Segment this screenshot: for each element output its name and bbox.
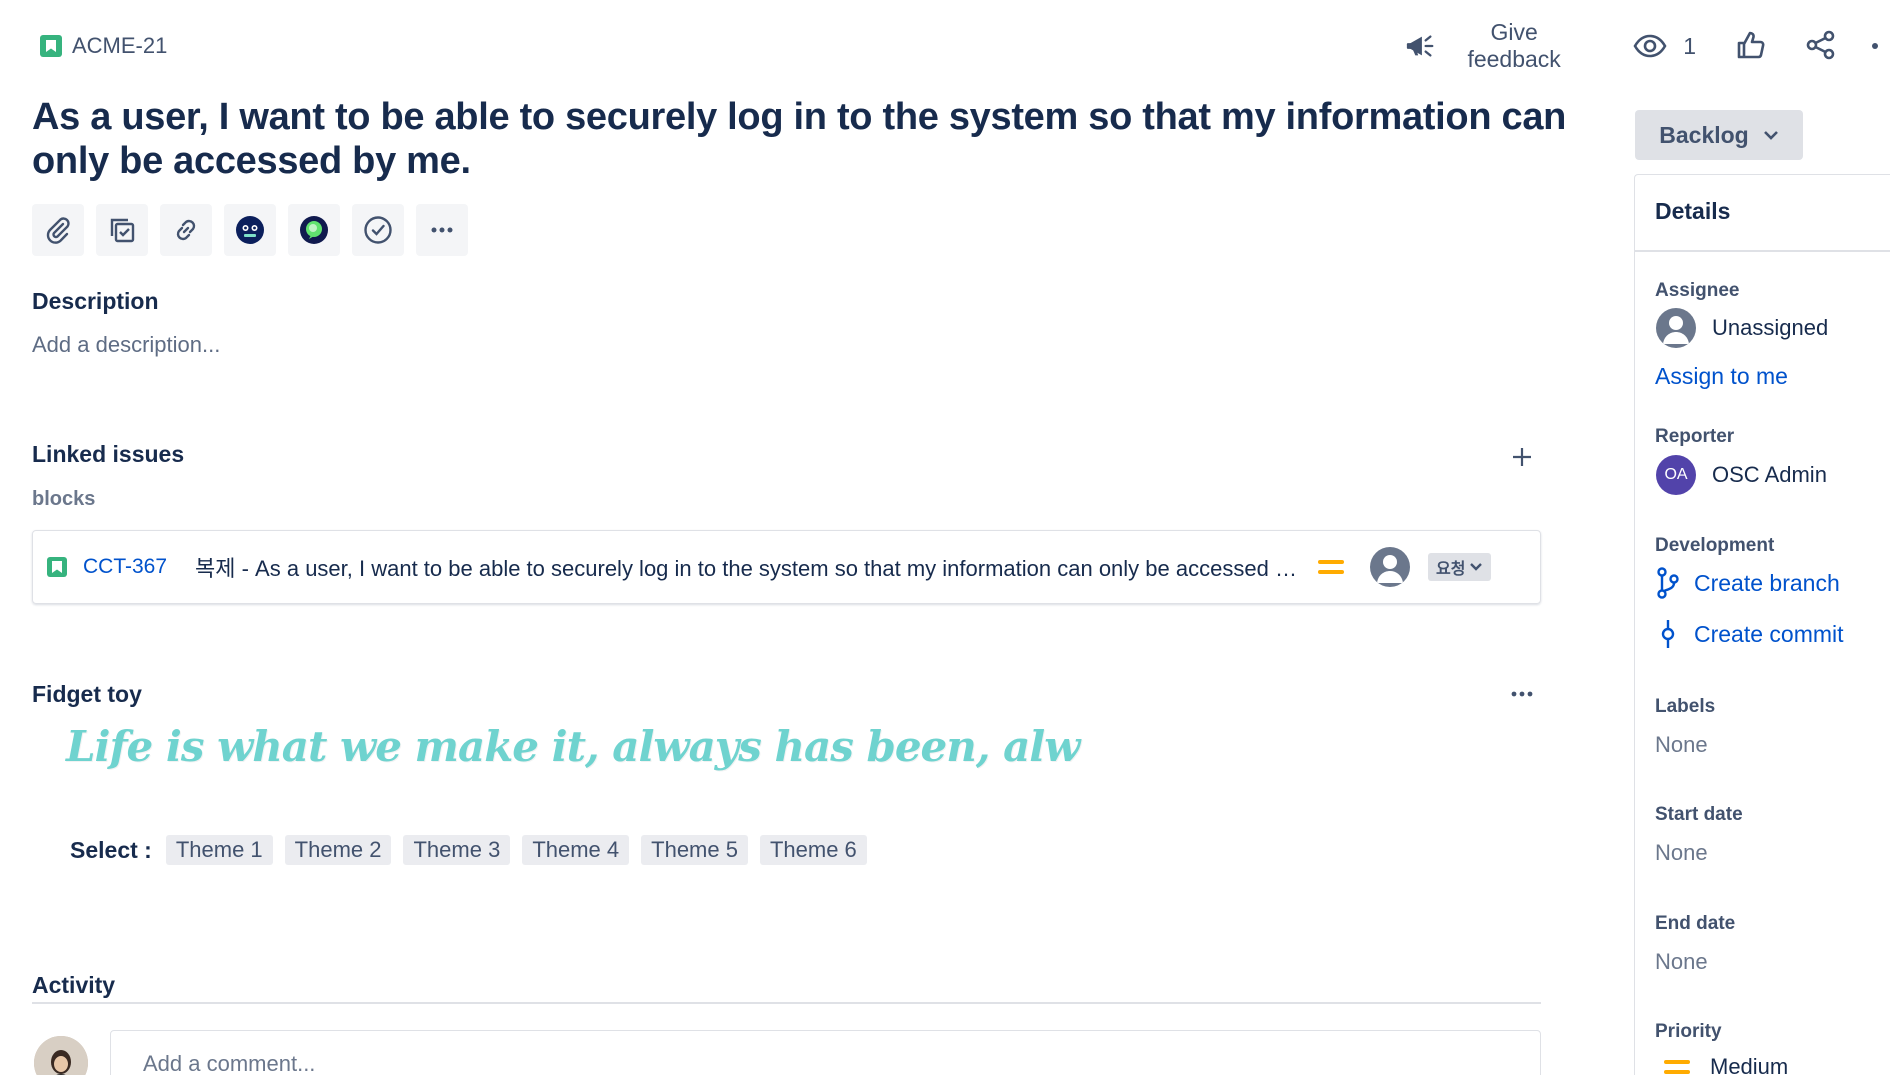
issue-title[interactable]: As a user, I want to be able to securely… (32, 95, 1572, 183)
linked-issue-summary[interactable]: 복제 - As a user, I want to be able to sec… (195, 551, 1300, 583)
unassigned-avatar[interactable] (1370, 547, 1411, 587)
megaphone-icon (1406, 35, 1434, 57)
story-icon (47, 557, 67, 577)
reporter-field[interactable]: OA OSC Admin (1656, 455, 1827, 495)
theme-5-button[interactable]: Theme 5 (641, 835, 748, 865)
create-commit-label: Create commit (1694, 620, 1844, 647)
theme-2-button[interactable]: Theme 2 (284, 835, 392, 865)
give-feedback-button[interactable]: Give feedback (1405, 19, 1583, 73)
priority-value: Medium (1710, 1054, 1789, 1075)
more-icon (1511, 691, 1533, 697)
person-icon (1377, 555, 1404, 583)
start-date-label: Start date (1655, 804, 1743, 825)
linked-issue-status-label: 요청 (1436, 561, 1466, 578)
plus-icon (1513, 448, 1531, 466)
theme-1-button[interactable]: Theme 1 (165, 835, 273, 865)
app-face-icon (236, 216, 264, 244)
theme-6-button[interactable]: Theme 6 (759, 835, 867, 865)
watch-count: 1 (1683, 32, 1696, 59)
comment-input[interactable]: Add a comment... (110, 1030, 1541, 1075)
activity-divider (32, 1002, 1541, 1004)
assign-to-me-link[interactable]: Assign to me (1655, 363, 1788, 390)
status-label: Backlog (1659, 121, 1749, 148)
theme-selector: Select : Theme 1 Theme 2 Theme 3 Theme 4… (70, 835, 867, 865)
create-commit-link[interactable]: Create commit (1656, 618, 1844, 650)
description-heading: Description (32, 288, 159, 314)
activity-heading: Activity (32, 972, 116, 998)
add-linked-issue-button[interactable] (1506, 441, 1538, 473)
end-date-value[interactable]: None (1655, 949, 1708, 975)
labels-label: Labels (1655, 696, 1716, 717)
issue-key[interactable]: ACME-21 (72, 33, 167, 59)
unassigned-avatar (1656, 308, 1696, 348)
assignee-field[interactable]: Unassigned (1656, 308, 1828, 348)
app-bubble-icon (300, 216, 328, 244)
app-bubble-button[interactable] (288, 204, 340, 256)
checklist-icon (110, 218, 135, 243)
attach-button[interactable] (32, 204, 84, 256)
like-button[interactable] (1736, 30, 1766, 63)
details-heading[interactable]: Details (1655, 198, 1730, 225)
fidget-quote-text: Life is what we make it, always has been… (66, 722, 1080, 771)
linked-issue-row[interactable]: CCT-367 복제 - As a user, I want to be abl… (32, 530, 1541, 604)
priority-medium-icon (1318, 560, 1345, 574)
labels-value[interactable]: None (1655, 732, 1708, 758)
reporter-avatar: OA (1656, 455, 1696, 495)
add-child-issue-button[interactable] (96, 204, 148, 256)
app-face-button[interactable] (224, 204, 276, 256)
branch-icon (1657, 567, 1679, 599)
reporter-value: OSC Admin (1712, 462, 1827, 487)
person-icon (1663, 316, 1689, 344)
fidget-toy-heading: Fidget toy (32, 681, 142, 707)
chevron-down-icon (1470, 563, 1483, 571)
more-icon (1872, 42, 1878, 49)
issue-key-breadcrumb[interactable]: ACME-21 (40, 30, 167, 62)
commit-icon (1661, 620, 1675, 648)
linked-issue-key[interactable]: CCT-367 (83, 555, 167, 579)
details-divider (1635, 250, 1890, 252)
priority-medium-icon (1664, 1060, 1690, 1074)
story-icon (40, 35, 62, 57)
linked-issue-status[interactable]: 요청 (1428, 553, 1492, 581)
chevron-down-icon (1763, 131, 1778, 140)
current-user-avatar (34, 1036, 88, 1075)
give-feedback-label: Give feedback (1467, 19, 1561, 72)
check-circle-icon (364, 216, 392, 244)
description-editor[interactable]: Add a description... (32, 332, 220, 358)
share-icon (1806, 30, 1835, 59)
end-date-label: End date (1655, 913, 1736, 934)
eye-icon (1633, 34, 1667, 58)
assignee-value: Unassigned (1712, 315, 1829, 340)
fidget-more-button[interactable] (1505, 680, 1539, 708)
theme-3-button[interactable]: Theme 3 (403, 835, 511, 865)
link-icon (176, 219, 196, 241)
create-branch-link[interactable]: Create branch (1656, 567, 1840, 599)
app-check-button[interactable] (352, 204, 404, 256)
issue-actions-bar: Give feedback 1 (1405, 19, 1890, 72)
thumbs-up-icon (1737, 31, 1765, 58)
start-date-value[interactable]: None (1655, 840, 1708, 866)
more-actions-button[interactable] (1870, 39, 1890, 54)
priority-field[interactable]: Medium (1664, 1054, 1788, 1075)
create-branch-label: Create branch (1694, 569, 1840, 596)
link-issue-button[interactable] (160, 204, 212, 256)
theme-select-label: Select : (70, 836, 152, 863)
assignee-label: Assignee (1655, 280, 1740, 301)
development-label: Development (1655, 535, 1775, 556)
link-relation-label: blocks (32, 488, 96, 510)
reporter-label: Reporter (1655, 426, 1735, 447)
paperclip-icon (46, 217, 70, 244)
more-icon (431, 227, 453, 233)
toolbar-more-button[interactable] (416, 204, 468, 256)
priority-label: Priority (1655, 1021, 1722, 1042)
linked-issues-heading: Linked issues (32, 441, 185, 467)
issue-toolbar (32, 204, 468, 256)
watch-button[interactable]: 1 (1633, 33, 1696, 60)
theme-4-button[interactable]: Theme 4 (522, 835, 630, 865)
share-button[interactable] (1806, 30, 1836, 63)
status-dropdown-button[interactable]: Backlog (1635, 110, 1803, 160)
